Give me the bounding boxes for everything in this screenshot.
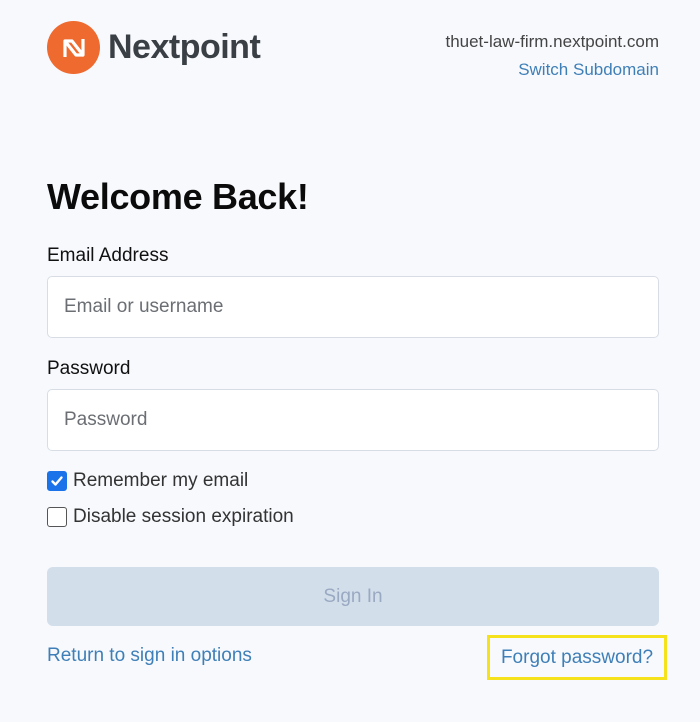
disable-session-expiration-checkbox[interactable]: [47, 507, 67, 527]
subdomain-name: thuet-law-firm.nextpoint.com: [445, 32, 659, 51]
nextpoint-logo-icon: [47, 21, 100, 74]
password-label: Password: [47, 358, 131, 379]
brand-name: Nextpoint: [108, 28, 261, 66]
remember-email-checkbox[interactable]: [47, 471, 67, 491]
forgot-password-highlight: Forgot password?: [487, 635, 667, 680]
subdomain-block: thuet-law-firm.nextpoint.com Switch Subd…: [445, 32, 659, 80]
remember-email-label: Remember my email: [73, 470, 249, 491]
login-page: Nextpoint thuet-law-firm.nextpoint.com S…: [0, 0, 700, 722]
sign-in-button[interactable]: Sign In: [47, 567, 659, 626]
return-to-sign-in-options-link[interactable]: Return to sign in options: [47, 645, 252, 667]
disable-session-expiration-option[interactable]: Disable session expiration: [47, 506, 294, 528]
password-field[interactable]: [47, 389, 659, 451]
page-title: Welcome Back!: [47, 176, 309, 217]
email-label: Email Address: [47, 245, 169, 266]
switch-subdomain-link[interactable]: Switch Subdomain: [518, 60, 659, 80]
checkmark-icon: [51, 476, 63, 486]
forgot-password-link[interactable]: Forgot password?: [501, 647, 653, 669]
brand-logo: Nextpoint: [47, 21, 261, 74]
remember-email-option[interactable]: Remember my email: [47, 470, 248, 492]
email-field[interactable]: [47, 276, 659, 338]
disable-session-expiration-label: Disable session expiration: [73, 506, 294, 527]
